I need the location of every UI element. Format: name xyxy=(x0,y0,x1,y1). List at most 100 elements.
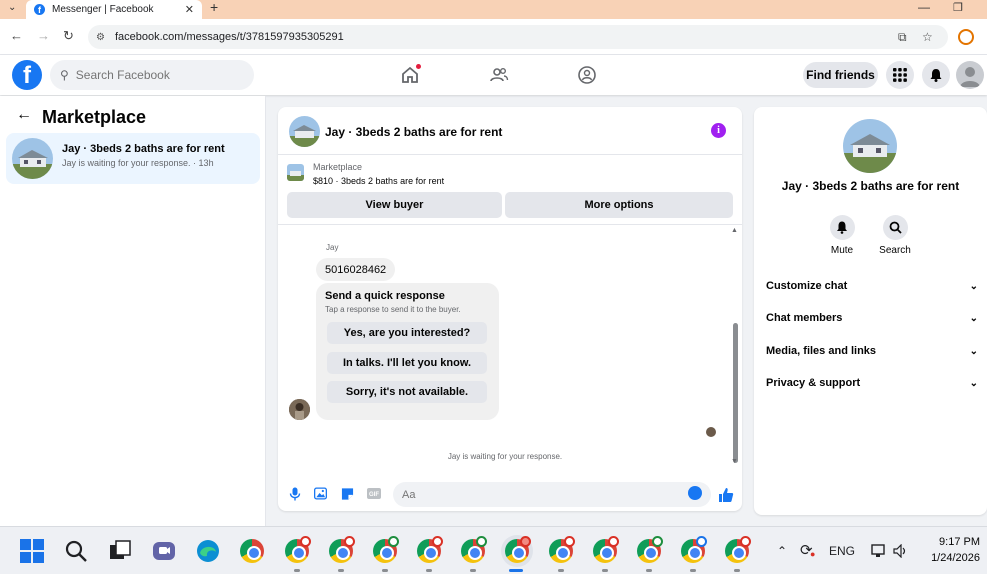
chrome-icon[interactable] xyxy=(240,539,264,563)
sender-avatar[interactable] xyxy=(289,399,310,420)
conversation-info-icon[interactable]: i xyxy=(711,123,726,138)
groups-icon[interactable] xyxy=(576,64,598,86)
profile-badge-icon xyxy=(520,536,531,547)
message-scrollbar-thumb[interactable] xyxy=(733,323,738,463)
quick-response-card: Send a quick response Tap a response to … xyxy=(316,283,499,420)
windows-start-icon[interactable] xyxy=(20,539,44,563)
clock-date[interactable]: 1/24/2026 xyxy=(918,552,980,564)
chat-title[interactable]: Jay · 3beds 2 baths are for rent xyxy=(325,125,502,139)
marketplace-sidebar: ← Marketplace Jay · 3beds 2 baths are fo… xyxy=(0,96,266,526)
back-arrow-icon[interactable]: ← xyxy=(10,28,23,43)
profile-badge-icon xyxy=(432,536,443,547)
profile-avatar[interactable] xyxy=(956,61,984,89)
running-indicator xyxy=(646,569,652,572)
customize-chat-row[interactable]: Customize chat ⌄ xyxy=(766,276,978,296)
privacy-support-label: Privacy & support xyxy=(766,377,861,389)
privacy-support-row[interactable]: Privacy & support ⌄ xyxy=(766,373,978,393)
like-thumbs-up-icon[interactable] xyxy=(718,487,734,503)
forward-arrow-icon[interactable]: → xyxy=(37,28,50,43)
conversation-list-item[interactable]: Jay · 3beds 2 baths are for rent Jay is … xyxy=(6,133,260,184)
volume-icon[interactable] xyxy=(893,543,909,561)
quick-response-option[interactable]: Sorry, it's not available. xyxy=(327,381,487,403)
show-hidden-icons-chevron-icon[interactable]: ⌃ xyxy=(777,544,787,558)
task-view-icon[interactable] xyxy=(108,539,132,563)
windows-taskbar: ⌃ ⟳ ● ENG 9:17 PM 1/24/2026 xyxy=(0,526,987,574)
chat-members-row[interactable]: Chat members ⌄ xyxy=(766,308,978,328)
profile-badge-icon xyxy=(476,536,487,547)
install-app-icon[interactable]: ⧉ xyxy=(898,30,907,45)
facebook-search[interactable]: ⚲ xyxy=(50,60,254,90)
conversation-info-panel: Jay · 3beds 2 baths are for rent Mute Se… xyxy=(754,107,987,515)
bookmark-star-icon[interactable]: ☆ xyxy=(922,30,933,44)
message-input[interactable] xyxy=(402,488,672,501)
scroll-down-arrow-icon[interactable]: ▼ xyxy=(731,458,738,465)
more-options-button[interactable]: More options xyxy=(505,192,733,218)
media-files-links-label: Media, files and links xyxy=(766,345,877,357)
menu-grid-icon[interactable] xyxy=(886,61,914,89)
profile-badge-icon xyxy=(300,536,311,547)
clock-time[interactable]: 9:17 PM xyxy=(926,536,980,548)
listing-thumbnail[interactable] xyxy=(287,164,304,181)
site-settings-icon[interactable]: ⚙ xyxy=(96,32,105,43)
address-bar[interactable]: ⚙ facebook.com/messages/t/37815979353052… xyxy=(88,25,948,49)
running-indicator xyxy=(426,569,432,572)
friends-icon[interactable] xyxy=(488,64,510,86)
facebook-header: f ⚲ Find friends xyxy=(0,55,987,95)
find-friends-button[interactable]: Find friends xyxy=(803,62,878,88)
alert-dot-icon: ● xyxy=(810,549,816,559)
message-sender-name: Jay xyxy=(326,243,339,252)
photo-icon[interactable] xyxy=(314,487,327,500)
teams-chat-icon[interactable] xyxy=(152,539,176,563)
search-label: Search xyxy=(879,245,911,256)
view-buyer-button[interactable]: View buyer xyxy=(287,192,502,218)
chat-window: Jay · 3beds 2 baths are for rent i Marke… xyxy=(278,107,742,511)
browser-profile-icon[interactable] xyxy=(958,29,974,45)
chat-header: Jay · 3beds 2 baths are for rent i xyxy=(278,107,742,155)
info-title: Jay · 3beds 2 baths are for rent xyxy=(781,179,960,193)
running-indicator xyxy=(382,569,388,572)
browser-toolbar: ← → ↻ ⚙ facebook.com/messages/t/37815979… xyxy=(0,19,987,55)
running-indicator xyxy=(558,569,564,572)
microphone-icon[interactable] xyxy=(288,487,301,500)
search-input[interactable] xyxy=(75,68,236,82)
window-restore-icon[interactable]: ❐ xyxy=(953,1,963,14)
facebook-logo-icon[interactable]: f xyxy=(12,60,42,90)
emoji-icon[interactable] xyxy=(688,486,702,500)
language-indicator[interactable]: ENG xyxy=(829,544,855,558)
tab-close-icon[interactable]: ✕ xyxy=(185,3,194,16)
new-tab-icon[interactable]: + xyxy=(210,0,218,15)
media-files-links-row[interactable]: Media, files and links ⌄ xyxy=(766,341,978,361)
profile-badge-icon xyxy=(652,536,663,547)
quick-response-subtitle: Tap a response to send it to the buyer. xyxy=(325,305,461,314)
back-arrow-icon[interactable]: ← xyxy=(16,106,32,124)
chat-house-thumbnail[interactable] xyxy=(289,116,320,147)
gif-icon[interactable]: GIF xyxy=(367,487,381,500)
quick-response-option[interactable]: Yes, are you interested? xyxy=(327,322,487,344)
seen-receipt-avatar xyxy=(706,427,716,437)
listing-category: Marketplace xyxy=(313,162,363,172)
profile-badge-icon xyxy=(344,536,355,547)
search-icon: ⚲ xyxy=(60,68,69,82)
quick-response-option[interactable]: In talks. I'll let you know. xyxy=(327,352,487,374)
sticker-icon[interactable] xyxy=(341,487,354,500)
mute-button[interactable]: Mute xyxy=(822,215,862,256)
home-notification-dot xyxy=(416,64,421,69)
browser-tab-messenger[interactable]: f Messenger | Facebook ✕ xyxy=(26,0,202,19)
search-in-conversation-button[interactable]: Search xyxy=(875,215,915,256)
notifications-bell-icon[interactable] xyxy=(922,61,950,89)
message-bubble[interactable]: 5016028462 xyxy=(316,258,396,281)
home-icon[interactable] xyxy=(399,64,421,86)
message-composer: GIF xyxy=(278,480,742,510)
chevron-down-icon: ⌄ xyxy=(969,280,978,292)
message-input-box[interactable] xyxy=(393,482,711,507)
window-minimize-icon[interactable]: — xyxy=(918,0,930,14)
edge-browser-icon[interactable] xyxy=(196,539,220,563)
listing-banner: Marketplace $810 · 3beds 2 baths are for… xyxy=(278,155,742,225)
tab-search-chevron-icon[interactable]: ⌄ xyxy=(8,2,16,13)
network-icon[interactable] xyxy=(871,544,887,561)
tab-title: Messenger | Facebook xyxy=(52,4,154,15)
running-indicator xyxy=(470,569,476,572)
reload-icon[interactable]: ↻ xyxy=(63,28,74,44)
taskbar-search-icon[interactable] xyxy=(64,539,88,563)
listing-description[interactable]: $810 · 3beds 2 baths are for rent xyxy=(313,176,444,186)
